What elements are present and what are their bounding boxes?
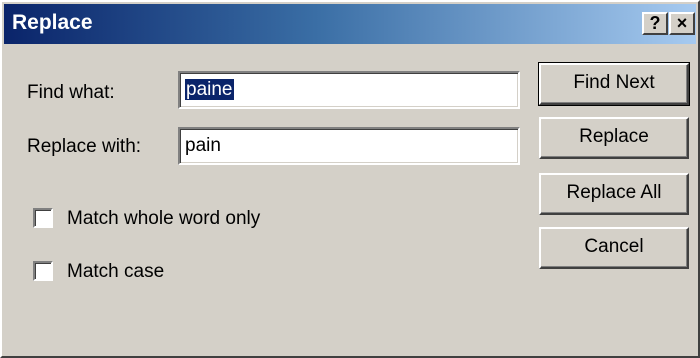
find-next-button[interactable]: Find Next <box>538 62 690 106</box>
match-whole-word-label[interactable]: Match whole word only <box>67 208 260 230</box>
find-what-value: paine <box>185 79 234 100</box>
replace-with-value: pain <box>185 135 221 156</box>
match-whole-word-checkbox[interactable] <box>33 208 53 228</box>
replace-all-button[interactable]: Replace All <box>539 173 689 215</box>
close-icon: × <box>676 13 688 33</box>
match-case-checkbox[interactable] <box>33 261 53 281</box>
dialog-title: Replace <box>12 11 93 34</box>
replace-with-label: Replace with: <box>27 136 142 157</box>
match-case-label[interactable]: Match case <box>67 261 164 283</box>
replace-button[interactable]: Replace <box>539 117 689 159</box>
find-what-input[interactable]: paine <box>178 71 520 109</box>
replace-dialog: Replace ? × Find what: paine Replace wit… <box>0 0 700 358</box>
find-what-label: Find what: <box>27 82 115 103</box>
close-button[interactable]: × <box>669 12 695 35</box>
help-button[interactable]: ? <box>642 12 668 35</box>
title-bar[interactable]: Replace ? × <box>4 4 696 44</box>
help-icon: ? <box>649 13 661 33</box>
replace-with-input[interactable]: pain <box>178 127 520 165</box>
cancel-button[interactable]: Cancel <box>539 227 689 269</box>
